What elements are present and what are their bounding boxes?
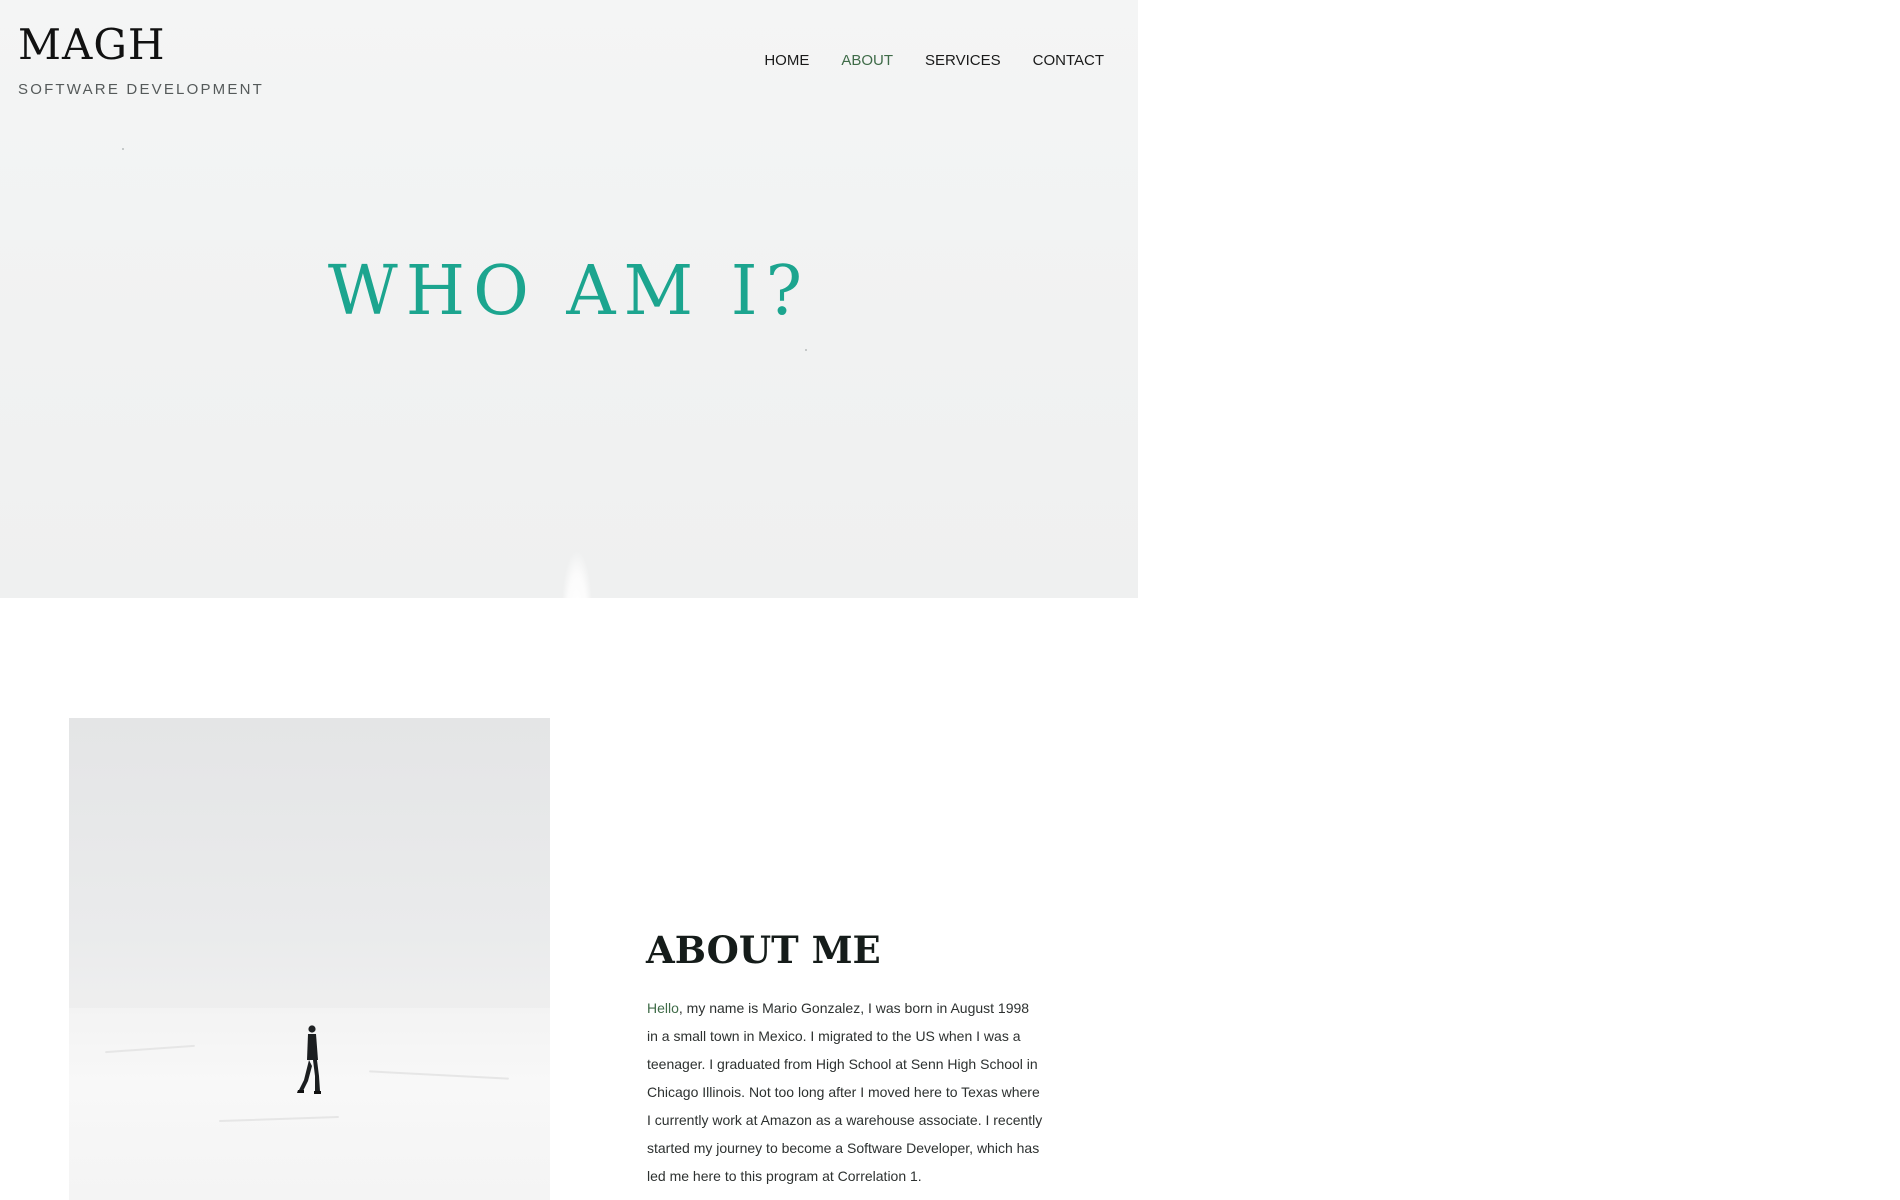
- hero-bg-object: [562, 552, 592, 598]
- about-title: ABOUT ME: [646, 928, 881, 972]
- hero-heading: WHO AM I?: [327, 252, 811, 331]
- hero-bg-speck: [122, 148, 124, 150]
- about-greeting: Hello: [647, 1000, 679, 1016]
- page: MAGH SOFTWARE DEVELOPMENT HOME ABOUT SER…: [0, 0, 1900, 1200]
- person-walking-icon: [297, 1025, 321, 1094]
- main-nav: HOME ABOUT SERVICES CONTACT: [732, 52, 1104, 70]
- nav-item-contact[interactable]: CONTACT: [1033, 52, 1104, 70]
- about-paragraph: Hello, my name is Mario Gonzalez, I was …: [647, 994, 1043, 1190]
- nav-item-about[interactable]: ABOUT: [841, 52, 893, 70]
- hero-bg-speck: [805, 349, 807, 351]
- nav-item-services[interactable]: SERVICES: [925, 52, 1001, 70]
- brand-subtitle: SOFTWARE DEVELOPMENT: [18, 81, 264, 98]
- brand-logo[interactable]: MAGH SOFTWARE DEVELOPMENT: [18, 22, 264, 99]
- nav-item-home[interactable]: HOME: [764, 52, 809, 70]
- about-photo: [69, 718, 550, 1200]
- brand-title: MAGH: [18, 20, 166, 69]
- hero-section: MAGH SOFTWARE DEVELOPMENT HOME ABOUT SER…: [0, 0, 1138, 598]
- about-body: , my name is Mario Gonzalez, I was born …: [647, 1000, 1043, 1184]
